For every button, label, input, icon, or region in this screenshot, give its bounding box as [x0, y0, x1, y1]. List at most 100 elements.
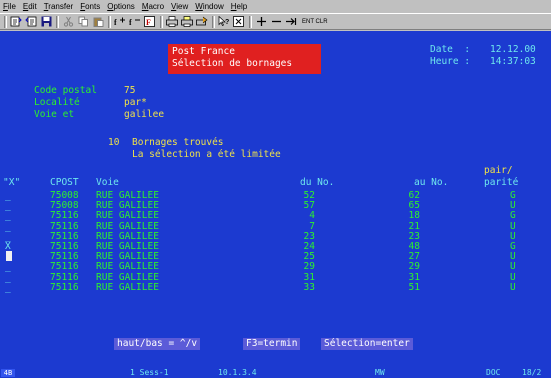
row-select-field[interactable]: _ — [5, 262, 11, 272]
cut-icon[interactable] — [61, 15, 75, 28]
time-value: 14:37:03 — [490, 56, 536, 67]
paste-icon[interactable] — [91, 15, 105, 28]
table-row[interactable]: 75116 RUE GALILEE 25 27 U — [0, 251, 551, 263]
enter-select-key[interactable]: Sélection=enter — [321, 338, 413, 350]
menu-macro[interactable]: Macro — [142, 2, 164, 11]
menu-transfer[interactable]: Transfer — [44, 2, 74, 11]
table-row[interactable]: _ 75008 RUE GALILEE 52 62 G — [0, 191, 551, 201]
font-up-icon[interactable]: f — [113, 15, 127, 28]
row-select-field[interactable]: _ — [5, 221, 11, 231]
cell-voie: RUE GALILEE — [96, 200, 159, 212]
page-title: Post France — [172, 46, 235, 57]
row-select-field[interactable]: _ — [5, 191, 11, 201]
print-screen-icon[interactable] — [180, 15, 194, 28]
header-voie: Voie — [96, 177, 119, 188]
save-icon[interactable] — [39, 15, 53, 28]
cell-du-no: 52 — [303, 190, 315, 201]
cell-parite: U — [510, 220, 516, 232]
cell-parite: U — [510, 230, 516, 242]
cell-cpost: 75116 — [50, 251, 79, 263]
cell-au-no: 62 — [408, 190, 420, 201]
cell-au-no: 65 — [408, 200, 420, 212]
table-row[interactable]: _ 75116 RUE GALILEE 7 21 U — [0, 220, 551, 232]
row-select-field[interactable]: _ — [5, 232, 11, 242]
cell-du-no: 4 — [309, 210, 315, 222]
cell-cpost: 75116 — [50, 271, 79, 283]
cell-au-no: 31 — [408, 271, 420, 283]
limited-text: La sélection a été limitée — [132, 149, 281, 160]
print-icon[interactable] — [165, 15, 179, 28]
status-bar: 4B 1 Sess-1 10.1.3.4 MW DOC 18/2 — [0, 368, 551, 378]
cell-cpost: 75116 — [50, 210, 79, 222]
toolbar-separator — [4, 15, 7, 28]
copy-icon[interactable] — [76, 15, 90, 28]
minus-icon[interactable] — [269, 15, 283, 28]
cell-parite: U — [510, 281, 516, 293]
menu-file[interactable]: File — [3, 2, 16, 11]
receive-icon[interactable] — [24, 15, 38, 28]
svg-text:?: ? — [225, 19, 229, 26]
menu-window[interactable]: Window — [195, 2, 223, 11]
toolbar-separator — [56, 15, 59, 28]
cell-du-no: 33 — [303, 281, 315, 293]
table-row[interactable]: _ 75116 RUE GALILEE 31 31 U — [0, 271, 551, 283]
code-postal-input[interactable]: 75 — [124, 86, 135, 96]
row-select-field[interactable]: _ — [5, 283, 11, 293]
cell-cpost: 75116 — [50, 261, 79, 273]
cell-au-no: 48 — [408, 241, 420, 252]
menu-help[interactable]: Help — [231, 2, 247, 11]
header-parite: parité — [484, 177, 519, 188]
table-row[interactable]: _ 75116 RUE GALILEE 33 51 U — [0, 283, 551, 293]
svg-text:F: F — [146, 18, 151, 27]
plus-icon[interactable] — [254, 15, 268, 28]
cell-voie: RUE GALILEE — [96, 251, 159, 263]
send-icon[interactable] — [9, 15, 23, 28]
f3-exit-key[interactable]: F3=termin — [243, 338, 301, 350]
keyboard-mode: MW — [375, 368, 385, 377]
font-down-icon[interactable]: f — [128, 15, 142, 28]
toolbar-separator — [160, 15, 163, 28]
field-label-localite: Localité — [34, 97, 80, 108]
tab-icon[interactable] — [284, 15, 298, 28]
menu-fonts[interactable]: Fonts — [80, 2, 100, 11]
ent-clr-button[interactable]: ENT CLR — [299, 15, 331, 28]
field-label-voie: Voie et — [34, 109, 75, 120]
cell-au-no: 29 — [408, 261, 420, 273]
cell-voie: RUE GALILEE — [96, 210, 159, 222]
voie-input[interactable]: galilee — [124, 110, 164, 120]
cell-du-no: 25 — [303, 251, 315, 263]
found-count: 10 — [108, 137, 120, 148]
row-select-field[interactable]: _ — [5, 272, 11, 282]
menu-options[interactable]: Options — [107, 2, 135, 11]
palette-icon[interactable]: F — [143, 15, 157, 28]
menu-view[interactable]: View — [171, 2, 188, 11]
close-box-icon[interactable] — [232, 15, 246, 28]
toolbar-separator — [249, 15, 252, 28]
found-text: Bornages trouvés — [132, 137, 224, 148]
svg-text:f: f — [129, 18, 132, 27]
scroll-hint[interactable]: haut/bas = ^/v — [114, 338, 201, 350]
row-select-field[interactable]: _ — [5, 201, 11, 211]
localite-input[interactable]: par* — [124, 98, 147, 108]
table-row[interactable]: _ 75116 RUE GALILEE 4 18 G — [0, 211, 551, 221]
table-row[interactable]: _ 75008 RUE GALILEE 57 65 U — [0, 201, 551, 211]
table-row[interactable]: _ 75116 RUE GALILEE 23 23 U — [0, 232, 551, 242]
terminal-screen[interactable]: Post France Sélection de bornages Date :… — [0, 31, 551, 368]
cell-au-no: 18 — [408, 210, 420, 222]
row-select-field[interactable]: _ — [5, 211, 11, 221]
cell-parite: G — [510, 190, 516, 201]
cell-parite: U — [510, 261, 516, 273]
document-mode: DOC — [486, 368, 501, 377]
print-setup-icon[interactable] — [195, 15, 209, 28]
menu-edit[interactable]: Edit — [23, 2, 37, 11]
menu-bar: File Edit Transfer Fonts Options Macro V… — [0, 0, 551, 13]
help-pointer-icon[interactable]: ? — [217, 15, 231, 28]
cell-au-no: 23 — [408, 230, 420, 242]
svg-text:f: f — [114, 18, 117, 27]
toolbar: f f F ? ENT CLR — [0, 13, 551, 30]
session-name: 1 Sess-1 — [130, 368, 169, 377]
table-row[interactable]: X 75116 RUE GALILEE 24 48 G — [0, 242, 551, 252]
row-select-field[interactable]: X — [5, 242, 11, 252]
page-subtitle: Sélection de bornages — [172, 58, 293, 69]
table-row[interactable]: _ 75116 RUE GALILEE 29 29 U — [0, 262, 551, 272]
